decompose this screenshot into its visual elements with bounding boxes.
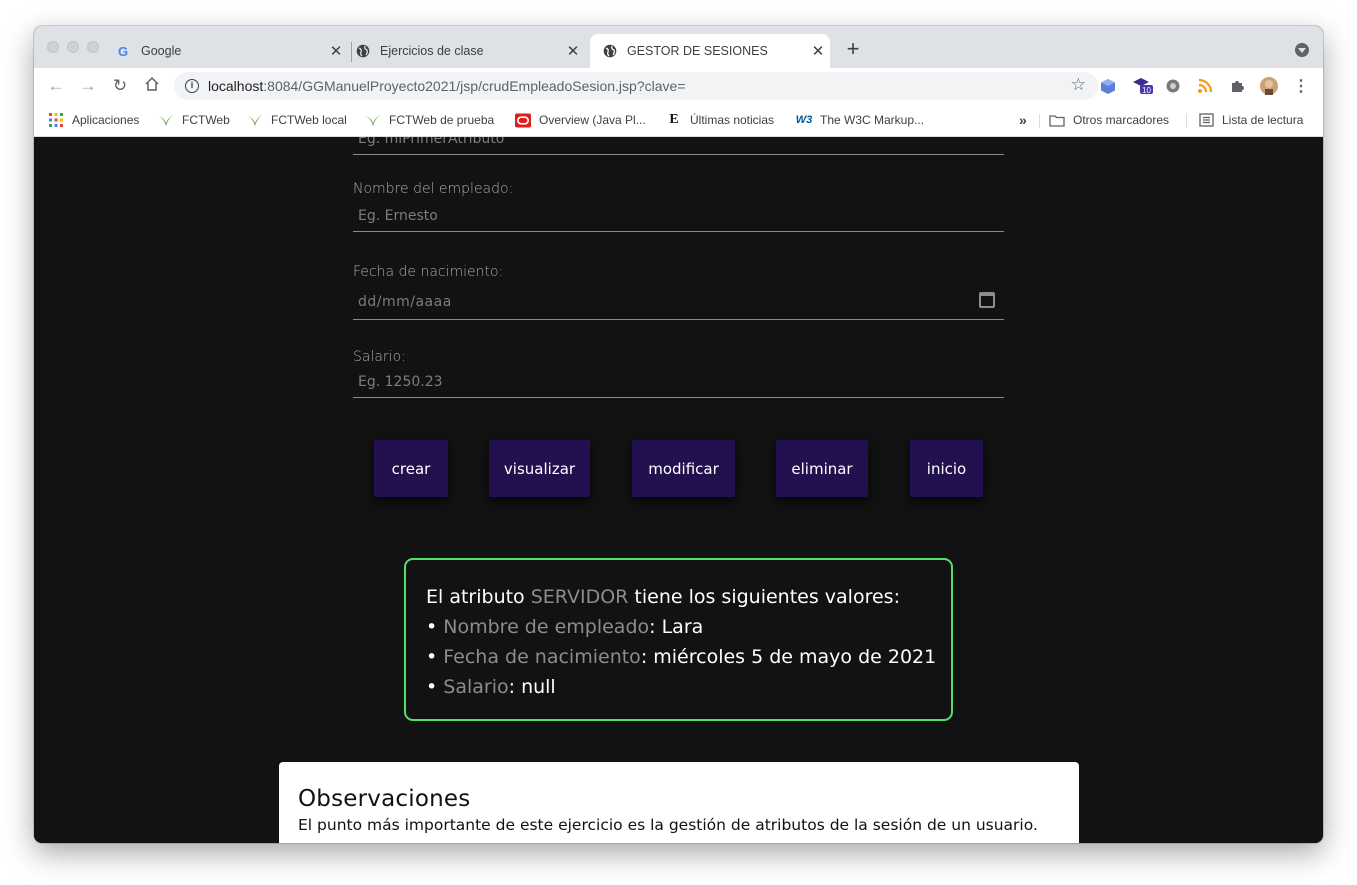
- extensions-puzzle-icon[interactable]: [1228, 77, 1246, 95]
- svg-text:10: 10: [1142, 86, 1151, 95]
- page-content: Eg. miPrimerAtributo Nombre del empleado…: [34, 137, 1323, 843]
- tab-title: Ejercicios de clase: [380, 44, 484, 58]
- browser-toolbar: ← → ↻ i localhost:8084/GGManuelProyecto2…: [34, 68, 1323, 104]
- result-intro: El atributo SERVIDOR tiene los siguiente…: [426, 586, 900, 608]
- birth-date-input[interactable]: dd/mm/aaaa: [353, 284, 1004, 320]
- info-icon[interactable]: i: [185, 79, 199, 93]
- bookmark-label: The W3C Markup...: [820, 113, 925, 127]
- bookmark-divider: [1186, 114, 1187, 128]
- bookmark-divider: [1039, 114, 1040, 128]
- extension-graduation-icon[interactable]: 10: [1131, 77, 1155, 95]
- birth-date-label: Fecha de nacimiento:: [353, 264, 504, 280]
- profile-avatar[interactable]: [1260, 77, 1278, 95]
- bookmark-ultimas-noticias[interactable]: E Últimas noticias: [666, 111, 774, 129]
- bookmark-label: Aplicaciones: [72, 113, 140, 127]
- bookmark-label: Otros marcadores: [1073, 113, 1170, 127]
- delete-button[interactable]: eliminar: [776, 440, 868, 497]
- view-button[interactable]: visualizar: [489, 440, 590, 497]
- employee-name-label: Nombre del empleado:: [353, 181, 514, 197]
- bookmark-w3c-markup[interactable]: W3 The W3C Markup...: [796, 111, 924, 129]
- back-icon[interactable]: ←: [46, 76, 66, 96]
- attribute-name-input[interactable]: Eg. miPrimerAtributo: [353, 137, 1004, 155]
- tab-divider: [351, 42, 352, 62]
- address-bar[interactable]: i localhost:8084/GGManuelProyecto2021/js…: [174, 72, 1098, 100]
- svg-text:G: G: [118, 44, 128, 58]
- bookmarks-overflow-button[interactable]: »: [1019, 111, 1027, 129]
- observations-text: El punto más importante de este ejercici…: [298, 816, 1038, 834]
- w3c-icon: W3: [795, 114, 813, 126]
- bookmarks-bar: Aplicaciones FCTWeb FCTWeb local FCTWeb …: [34, 104, 1323, 137]
- window-close-button[interactable]: [47, 41, 59, 53]
- reload-icon[interactable]: ↻: [110, 76, 130, 96]
- salary-label: Salario:: [353, 349, 406, 365]
- modify-button[interactable]: modificar: [632, 440, 735, 497]
- calendar-icon[interactable]: [979, 292, 995, 308]
- news-icon: E: [669, 112, 679, 127]
- browser-window: G Google ✕ Ejercicios de clase ✕ GESTOR …: [34, 26, 1323, 843]
- salary-input[interactable]: Eg. 1250.23: [353, 366, 1004, 398]
- bookmark-fctweb-local[interactable]: FCTWeb local: [247, 111, 347, 129]
- bookmark-label: Overview (Java Pl...: [539, 113, 646, 127]
- bookmark-overview-java[interactable]: Overview (Java Pl...: [515, 111, 646, 129]
- google-icon: G: [116, 43, 132, 59]
- birth-date-placeholder: dd/mm/aaaa: [358, 294, 452, 310]
- result-box: El atributo SERVIDOR tiene los siguiente…: [404, 558, 953, 721]
- bookmark-label: FCTWeb de prueba: [389, 113, 495, 127]
- reading-list-icon: [1198, 112, 1214, 128]
- menu-kebab-icon[interactable]: ⋮: [1292, 77, 1310, 95]
- apps-grid-icon: [48, 112, 64, 128]
- bookmark-otros-marcadores[interactable]: Otros marcadores: [1049, 111, 1169, 129]
- result-row-fecha: • Fecha de nacimiento: miércoles 5 de ma…: [426, 646, 937, 668]
- home-icon[interactable]: [142, 76, 162, 96]
- bookmark-label: FCTWeb local: [271, 113, 347, 127]
- window-minimize-button[interactable]: [67, 41, 79, 53]
- folder-icon: [1049, 112, 1065, 128]
- extension-cube-icon[interactable]: [1099, 77, 1117, 95]
- bookmark-label: FCTWeb: [182, 113, 230, 127]
- birth-date-field: Fecha de nacimiento: dd/mm/aaaa: [353, 264, 1004, 320]
- leaf-icon: [365, 112, 381, 128]
- new-tab-button[interactable]: +: [842, 38, 864, 61]
- bookmark-star-icon[interactable]: ☆: [1071, 75, 1086, 95]
- employee-name-field: Nombre del empleado: Eg. Ernesto: [353, 181, 1004, 232]
- create-button[interactable]: crear: [374, 440, 448, 497]
- forward-icon[interactable]: →: [78, 76, 98, 96]
- bookmark-label: Lista de lectura: [1222, 113, 1304, 127]
- result-row-nombre: • Nombre de empleado: Lara: [426, 616, 704, 638]
- window-zoom-button[interactable]: [87, 41, 99, 53]
- globe-icon: [602, 43, 618, 59]
- reading-list-button[interactable]: Lista de lectura: [1198, 111, 1303, 129]
- tab-title: GESTOR DE SESIONES: [627, 44, 768, 58]
- tab-search-icon[interactable]: [1295, 43, 1309, 57]
- url-text: localhost:8084/GGManuelProyecto2021/jsp/…: [208, 78, 686, 94]
- result-row-salario: • Salario: null: [426, 676, 556, 698]
- bookmark-fctweb-prueba[interactable]: FCTWeb de prueba: [365, 111, 494, 129]
- leaf-icon: [158, 112, 174, 128]
- tab-ejercicios[interactable]: Ejercicios de clase ✕: [355, 34, 585, 68]
- tab-gestor-sesiones[interactable]: GESTOR DE SESIONES ✕: [590, 34, 830, 68]
- bookmark-label: Últimas noticias: [690, 113, 775, 127]
- close-icon[interactable]: ✕: [565, 43, 581, 60]
- rss-icon[interactable]: [1196, 77, 1214, 95]
- oracle-icon: [515, 112, 531, 128]
- leaf-icon: [247, 112, 263, 128]
- close-icon[interactable]: ✕: [328, 43, 344, 60]
- tab-strip: G Google ✕ Ejercicios de clase ✕ GESTOR …: [34, 26, 1323, 68]
- extension-gear-icon[interactable]: [1164, 77, 1182, 95]
- observations-card: Observaciones El punto más importante de…: [279, 762, 1079, 843]
- globe-icon: [355, 43, 371, 59]
- bookmark-aplicaciones[interactable]: Aplicaciones: [48, 111, 139, 129]
- salary-field: Salario: Eg. 1250.23: [353, 349, 1004, 398]
- bookmark-fctweb[interactable]: FCTWeb: [158, 111, 230, 129]
- observations-title: Observaciones: [298, 786, 471, 812]
- tab-google[interactable]: G Google ✕: [116, 34, 348, 68]
- attribute-name: SERVIDOR: [530, 586, 629, 608]
- employee-name-input[interactable]: Eg. Ernesto: [353, 200, 1004, 232]
- home-button[interactable]: inicio: [910, 440, 983, 497]
- close-icon[interactable]: ✕: [810, 43, 826, 60]
- tab-title: Google: [141, 44, 182, 58]
